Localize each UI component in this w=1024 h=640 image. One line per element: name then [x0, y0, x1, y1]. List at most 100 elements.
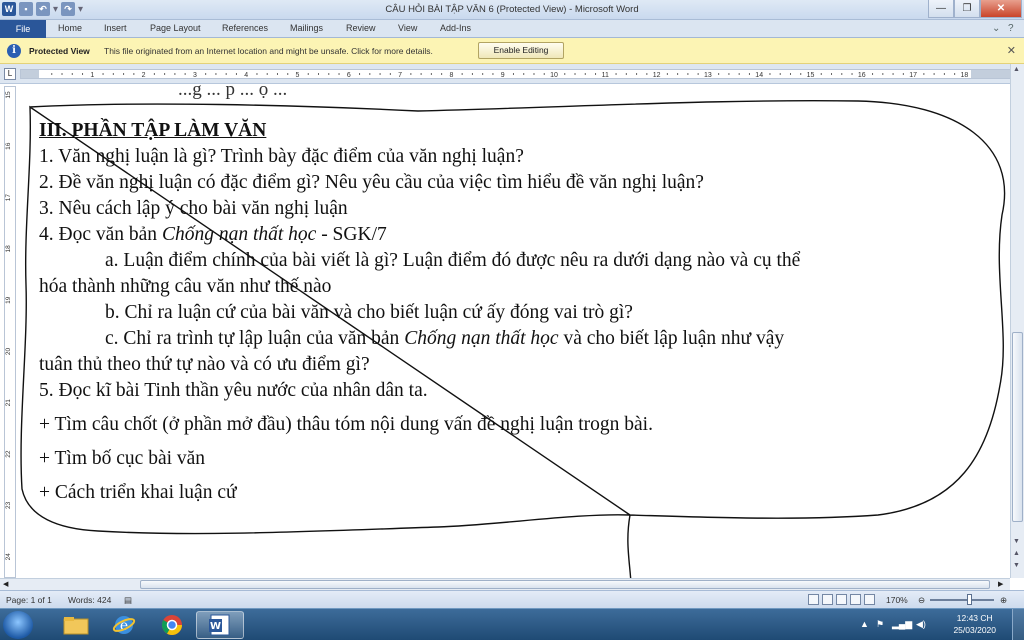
tab-selector-button[interactable]: L: [4, 68, 16, 80]
ribbon-tabs: File Home Insert Page Layout References …: [0, 20, 1024, 38]
vruler-number: 24: [5, 553, 12, 561]
ruler-tick: [512, 73, 514, 75]
tab-insert[interactable]: Insert: [104, 23, 127, 33]
show-desktop-button[interactable]: [1012, 609, 1024, 640]
ruler-tick: [461, 73, 463, 75]
vruler-number: 19: [5, 296, 12, 304]
ruler-tick: [646, 73, 648, 75]
restore-button[interactable]: ❐: [954, 0, 980, 18]
ruler-number: 8: [449, 72, 453, 78]
word-taskbar-icon[interactable]: W: [196, 611, 244, 639]
protected-view-message[interactable]: This file originated from an Internet lo…: [104, 46, 433, 56]
zoom-slider[interactable]: [930, 599, 994, 601]
print-layout-view-icon[interactable]: [808, 594, 819, 605]
ruler-number: 1: [90, 72, 94, 78]
ruler-number: 16: [858, 72, 866, 78]
ruler-number: 17: [909, 72, 917, 78]
zoom-slider-knob[interactable]: [967, 594, 972, 605]
ruler-number: 3: [193, 72, 197, 78]
tab-mailings[interactable]: Mailings: [290, 23, 323, 33]
minimize-ribbon-icon[interactable]: ⌄: [992, 23, 1000, 34]
ruler-number: 11: [602, 72, 609, 78]
flag-icon[interactable]: ⚑: [876, 619, 884, 630]
horizontal-scrollbar[interactable]: ◀ ▶: [0, 578, 1010, 590]
ruler-tick: [369, 73, 371, 75]
ruler-tick: [543, 73, 545, 75]
tab-view[interactable]: View: [398, 23, 417, 33]
prev-page-icon[interactable]: ▲: [1013, 550, 1020, 557]
horizontal-scroll-thumb[interactable]: [140, 580, 990, 589]
tab-add-ins[interactable]: Add-Ins: [440, 23, 471, 33]
ruler-number: 7: [398, 72, 402, 78]
ruler-tick: [564, 73, 566, 75]
vertical-ruler[interactable]: 15 16 17 18 19 20 21 22 23 24: [4, 86, 16, 578]
clock[interactable]: 12:43 CH 25/03/2020: [953, 612, 996, 636]
outline-view-icon[interactable]: [850, 594, 861, 605]
ruler-tick: [61, 73, 63, 75]
vertical-scroll-thumb[interactable]: [1012, 332, 1023, 522]
vruler-number: 23: [5, 501, 12, 509]
status-bar: Page: 1 of 1 Words: 424 ▤ 170% ⊖ ⊕: [0, 590, 1024, 608]
ruler-tick: [123, 73, 125, 75]
tab-review[interactable]: Review: [346, 23, 376, 33]
ruler-tick: [71, 73, 73, 75]
clock-date: 25/03/2020: [953, 625, 996, 635]
web-layout-view-icon[interactable]: [836, 594, 847, 605]
ruler-tick: [954, 73, 956, 75]
horizontal-ruler[interactable]: 1 2 3 4 5 6 7 8 9 10 11 12 13 14 15 16 17 18: [20, 69, 1011, 79]
close-button[interactable]: ✕: [980, 0, 1022, 18]
ruler-tick: [430, 73, 432, 75]
ruler-tick: [789, 73, 791, 75]
internet-explorer-taskbar-icon[interactable]: e: [100, 611, 148, 639]
ruler-tick: [328, 73, 330, 75]
zoom-in-icon[interactable]: ⊕: [1000, 595, 1007, 606]
ruler-tick: [882, 73, 884, 75]
word-count[interactable]: Words: 424: [68, 595, 111, 605]
tab-references[interactable]: References: [222, 23, 268, 33]
ruler-tick: [800, 73, 802, 75]
help-icon[interactable]: ?: [1008, 23, 1014, 34]
scroll-left-icon[interactable]: ◀: [3, 580, 8, 588]
scroll-down-icon[interactable]: ▼: [1013, 538, 1020, 545]
draft-view-icon[interactable]: [864, 594, 875, 605]
zoom-level[interactable]: 170%: [886, 595, 908, 605]
scroll-up-icon[interactable]: ▲: [1013, 66, 1020, 73]
volume-icon[interactable]: ◀): [916, 619, 926, 630]
ruler-number: 15: [807, 72, 815, 78]
document-page[interactable]: ...g ... p ... ọ ... III. PHẦN TẬP LÀM V…: [18, 85, 1010, 578]
ruler-tick: [636, 73, 638, 75]
ruler-tick: [533, 73, 535, 75]
start-button[interactable]: [3, 611, 33, 639]
full-screen-view-icon[interactable]: [822, 594, 833, 605]
scroll-right-icon[interactable]: ▶: [998, 580, 1003, 588]
ruler-number: 6: [347, 72, 351, 78]
ruler-tick: [902, 73, 904, 75]
page-count[interactable]: Page: 1 of 1: [6, 595, 52, 605]
ruler-tick: [389, 73, 391, 75]
ruler-tick: [164, 73, 166, 75]
protected-view-bar: i Protected View This file originated fr…: [0, 38, 1024, 64]
ruler-tick: [687, 73, 689, 75]
zoom-out-icon[interactable]: ⊖: [918, 595, 925, 606]
proofing-icon[interactable]: ▤: [124, 595, 132, 606]
ruler-tick: [738, 73, 740, 75]
ruler-tick: [471, 73, 473, 75]
ruler-tick: [625, 73, 627, 75]
minimize-button[interactable]: —: [928, 0, 954, 18]
ruler-tick: [615, 73, 617, 75]
protected-view-title: Protected View: [29, 46, 90, 56]
network-icon[interactable]: ▂▄▆: [892, 619, 912, 630]
explorer-taskbar-icon[interactable]: [52, 611, 100, 639]
ruler-tick: [205, 73, 207, 75]
vertical-scrollbar[interactable]: ▲ ▼ ▲ ▼: [1010, 64, 1024, 578]
tab-page-layout[interactable]: Page Layout: [150, 23, 201, 33]
enable-editing-button[interactable]: Enable Editing: [478, 42, 564, 59]
show-hidden-icons-icon[interactable]: ▲: [860, 619, 869, 629]
tab-file[interactable]: File: [0, 20, 46, 38]
next-page-icon[interactable]: ▼: [1013, 562, 1020, 569]
tab-home[interactable]: Home: [58, 23, 82, 33]
ruler-number: 2: [142, 72, 146, 78]
close-bar-icon[interactable]: ✕: [1007, 44, 1016, 57]
chrome-taskbar-icon[interactable]: [148, 611, 196, 639]
system-tray: ▲ ⚑ ▂▄▆ ◀) 12:43 CH 25/03/2020: [854, 609, 1024, 640]
